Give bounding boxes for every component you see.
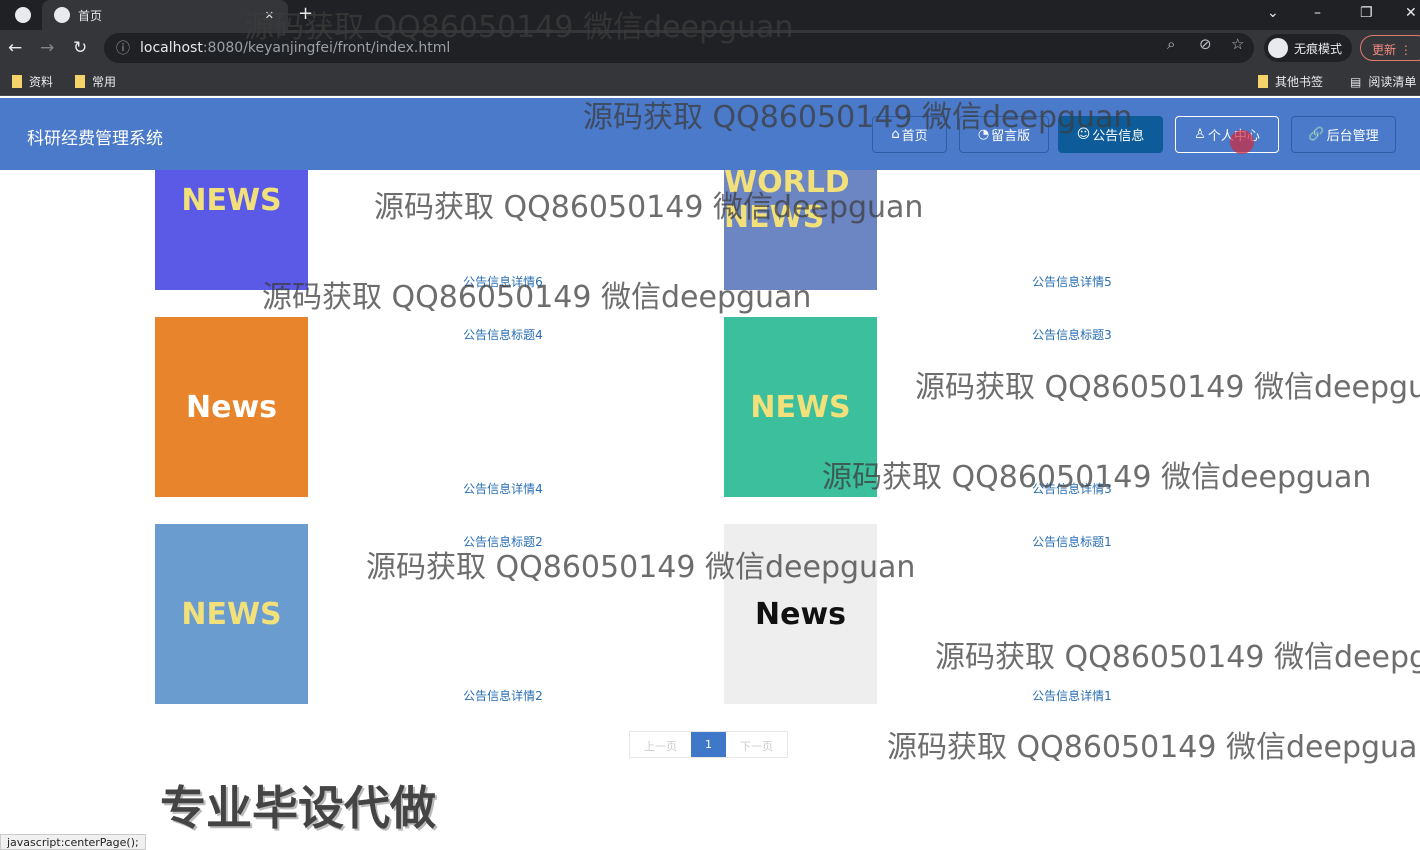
home-icon: ⌂ [891,127,900,142]
link-icon: 🔗 [1308,127,1325,142]
bookmark-folder[interactable]: 常用 [75,73,116,90]
status-bar: javascript:centerPage(); [0,834,146,850]
news-title[interactable]: 公告信息标题4 [463,326,543,343]
next-page-button[interactable]: 下一页 [726,732,787,757]
star-icon[interactable]: ☆ [1231,35,1244,53]
chevron-down-icon[interactable]: ⌄ [1267,5,1279,21]
incognito-icon [1268,38,1288,58]
promo-text: 专业毕设代做 [160,781,436,835]
update-button[interactable]: 更新 ⋮ [1360,35,1420,61]
news-detail[interactable]: 公告信息详情1 [1032,687,1112,704]
nav-label: 留言版 [991,129,1031,144]
site-title: 科研经费管理系统 [27,129,163,149]
bookmark-label: 资料 [29,75,54,89]
nav-label: 首页 [901,129,928,144]
reload-icon[interactable]: ↻ [73,38,87,58]
news-image[interactable]: News [155,317,308,497]
news-detail[interactable]: 公告信息详情3 [1032,480,1112,497]
globe-icon [15,7,31,23]
bookmarks-bar: 资料 常用 其他书签 ▤ 阅读清单 [0,66,1420,96]
site-header: 科研经费管理系统 ⌂首页 ◔留言版 ☺公告信息 ♙个人中心 🔗后台管理 [0,98,1420,170]
incognito-label: 无痕模式 [1294,41,1343,56]
folder-icon [12,75,22,88]
image-text: News [754,596,847,632]
forward-icon[interactable]: → [40,38,54,58]
nav-announcements[interactable]: ☺ 公告信息 [1058,116,1163,153]
reading-list-label: 阅读清单 [1368,75,1417,89]
nav-label: 后台管理 [1326,129,1379,144]
news-image[interactable]: News [724,524,877,704]
globe-icon [54,7,70,23]
url-host: localhost [140,40,203,56]
news-detail[interactable]: 公告信息详情2 [463,687,543,704]
bookmark-label: 其他书签 [1275,75,1324,89]
new-tab-icon[interactable]: + [298,3,313,24]
other-bookmarks[interactable]: 其他书签 [1258,73,1323,90]
address-bar[interactable]: ⓘ localhost:8080/keyanjingfei/front/index… [104,33,1254,63]
image-text: News [185,389,278,425]
prev-page-button[interactable]: 上一页 [630,732,691,757]
nav-personal-center[interactable]: ♙个人中心 [1175,116,1279,153]
news-image[interactable]: NEWS [155,524,308,704]
pagination: 上一页 1 下一页 [629,731,788,758]
list-icon: ▤ [1350,74,1362,89]
smile-icon: ☺ [1076,127,1091,142]
watermark: 源码获取 QQ86050149 微信deepguan [935,640,1420,675]
back-icon[interactable]: ← [8,38,22,58]
tab-title: 首页 [78,8,103,23]
minimize-icon[interactable]: – [1314,5,1321,21]
close-window-icon[interactable]: ✕ [1405,5,1417,21]
nav-admin[interactable]: 🔗 后台管理 [1291,116,1396,153]
bookmark-label: 常用 [92,75,117,89]
news-image[interactable]: NEWS [724,317,877,497]
folder-icon [75,75,85,88]
image-text: WORLD NEWS [724,165,850,235]
news-detail[interactable]: 公告信息详情4 [463,480,543,497]
nav-label: 公告信息 [1092,129,1145,144]
reading-list[interactable]: ▤ 阅读清单 [1350,73,1416,90]
news-title[interactable]: 公告信息标题2 [463,533,543,550]
news-title[interactable]: 公告信息标题1 [1032,533,1112,550]
news-title[interactable]: 公告信息标题3 [1032,326,1112,343]
browser-tab-strip: 首页 ✕ + ⌄ – ❐ ✕ [0,0,1420,30]
watermark: 源码获取 QQ86050149 微信deepguan [915,370,1420,405]
folder-icon [1258,75,1268,88]
incognito-badge[interactable]: 无痕模式 [1264,34,1353,62]
update-label: 更新 [1372,43,1397,57]
restore-icon[interactable]: ❐ [1360,5,1373,21]
zoom-icon[interactable]: ⌕ [1167,35,1175,53]
watermark: 源码获取 QQ86050149 微信deepguan [887,730,1420,765]
image-text: NEWS [750,389,851,425]
gauge-icon: ◔ [977,127,990,142]
browser-tab[interactable]: 首页 ✕ [42,0,288,30]
nav-message-board[interactable]: ◔ 留言版 [959,116,1049,153]
url-path: :8080/keyanjingfei/front/index.html [202,40,451,56]
image-text: NEWS [181,182,282,218]
bookmark-folder[interactable]: 资料 [12,73,53,90]
user-icon: ♙ [1194,127,1206,142]
close-tab-icon[interactable]: ✕ [265,9,274,22]
eye-off-icon[interactable]: ⊘ [1199,35,1212,53]
nav-home[interactable]: ⌂ 首页 [872,116,947,153]
browser-toolbar: ← → ↻ ⓘ localhost:8080/keyanjingfei/front… [0,30,1420,66]
image-text: NEWS [181,596,282,632]
news-detail[interactable]: 公告信息详情5 [1032,273,1112,290]
news-detail[interactable]: 公告信息详情6 [463,273,543,290]
info-icon: ⓘ [116,41,130,57]
page-1-button[interactable]: 1 [691,732,726,757]
mouse-cursor-highlight [1230,130,1254,154]
